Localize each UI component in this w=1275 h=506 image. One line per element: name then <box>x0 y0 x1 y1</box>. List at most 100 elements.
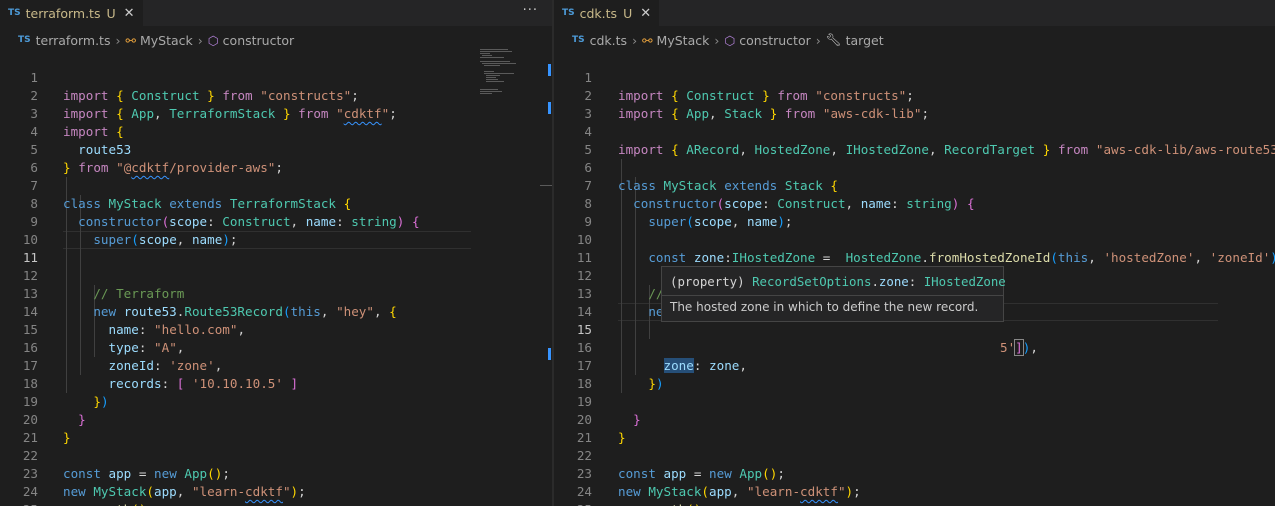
scrollbar-change-marker <box>548 64 551 76</box>
chevron-right-icon: › <box>815 32 821 48</box>
class-symbol-icon: ⚯ <box>642 32 653 48</box>
breadcrumb: TS cdk.ts › ⚯ MyStack › ⬡ constructor › … <box>554 29 1275 51</box>
hover-tooltip[interactable]: (property) RecordSetOptions.zone: IHoste… <box>661 266 1006 322</box>
code-line: 24 app.synth(); <box>554 465 1275 506</box>
line-number: 25 <box>0 501 38 506</box>
token: synth <box>648 502 686 506</box>
untracked-badge: U <box>106 5 116 21</box>
code-line: 1 import { Construct } from "constructs"… <box>554 51 1275 103</box>
token: ; <box>146 502 154 506</box>
code-line: 7 constructor(scope: Construct, name: st… <box>554 159 1275 211</box>
code-line: 7 class MyStack extends TerraformStack { <box>0 159 552 211</box>
scrollbar-change-marker <box>548 348 551 360</box>
code-line: 2 import { App, TerraformStack } from "c… <box>0 69 552 121</box>
code-line: 9 super(scope, name); <box>0 195 552 247</box>
code-line: 21 <box>0 411 552 445</box>
code-line-current: 11 <box>0 231 552 265</box>
scrollbar-cursor-marker <box>540 185 552 186</box>
breadcrumb-class[interactable]: MyStack <box>657 33 710 48</box>
chevron-right-icon: › <box>714 32 720 48</box>
token: () <box>131 502 146 506</box>
typescript-file-icon: TS <box>18 35 31 45</box>
code-line: 21 <box>554 411 1275 445</box>
code-line: 19 } <box>0 375 552 427</box>
chevron-right-icon: › <box>197 32 203 48</box>
code-line: 23 new MyStack(app, "learn-cdktf"); <box>0 447 552 499</box>
token: RecordSetOptions <box>752 274 872 289</box>
code-line: 23 new MyStack(app, "learn-cdktf"); <box>554 447 1275 499</box>
token: IHostedZone <box>923 274 1006 289</box>
tab-cdk-ts[interactable]: TS cdk.ts U ✕ <box>554 0 660 26</box>
token: synth <box>93 502 131 506</box>
code-line: 20 } <box>0 393 552 445</box>
tab-label: cdk.ts <box>579 5 618 21</box>
code-line: 16 zone: zone, <box>554 321 1275 373</box>
code-line: 2 import { App, Stack } from "aws-cdk-li… <box>554 69 1275 121</box>
breadcrumb-file[interactable]: terraform.ts <box>36 33 111 48</box>
code-line: 18 }) <box>0 357 552 409</box>
breadcrumb-class[interactable]: MyStack <box>140 33 193 48</box>
breadcrumb-file[interactable]: cdk.ts <box>590 33 627 48</box>
code-line: 19 } <box>554 375 1275 427</box>
code-line: 3 <box>554 87 1275 121</box>
code-line: 22 const app = new App(); <box>554 429 1275 481</box>
code-line: 17 records: [ '10.10.10.5' ] <box>0 339 552 391</box>
method-symbol-icon: ⬡ <box>724 32 736 48</box>
method-symbol-icon: ⬡ <box>207 32 219 48</box>
code-line: 8 super(scope, name); <box>554 177 1275 229</box>
code-line: 17 }) <box>554 339 1275 391</box>
breadcrumb-method[interactable]: constructor <box>739 33 810 48</box>
code-line: 9 <box>554 195 1275 229</box>
hover-documentation: The hosted zone in which to define the n… <box>670 300 979 314</box>
code-line: 10 const zone:IHostedZone = HostedZone.f… <box>554 213 1275 265</box>
breadcrumb-field[interactable]: target <box>846 33 884 48</box>
class-symbol-icon: ⚯ <box>125 32 136 48</box>
chevron-right-icon: › <box>632 32 638 48</box>
code-line: 15 type: "A", <box>0 303 552 355</box>
code-line: 12 // CDK <box>554 249 1275 301</box>
editor-pane-terraform: TS terraform.ts U ✕ ··· TS terraform.ts … <box>0 0 552 506</box>
editor-pane-cdk: TS cdk.ts U ✕ TS cdk.ts › ⚯ MyStack › ⬡ … <box>554 0 1275 506</box>
tab-label: terraform.ts <box>25 5 101 21</box>
code-editor-terraform[interactable]: 1 import { Construct } from "constructs"… <box>0 51 552 506</box>
tab-bar: TS cdk.ts U ✕ <box>554 0 1275 26</box>
line-number: 25 <box>554 501 592 506</box>
code-line: 12 // Terraform <box>0 249 552 301</box>
code-line: 6 <box>0 141 552 175</box>
token: app <box>618 502 641 506</box>
scrollbar-change-marker <box>548 102 551 114</box>
token: (property) <box>670 274 745 289</box>
untracked-badge: U <box>623 5 633 21</box>
code-line: 6 class MyStack extends Stack { <box>554 141 1275 193</box>
code-line: 18 <box>554 357 1275 391</box>
token: zone <box>878 274 909 289</box>
typescript-file-icon: TS <box>8 8 21 18</box>
code-line: 4 import { ARecord, HostedZone, IHostedZ… <box>554 105 1275 157</box>
minimap[interactable] <box>478 47 540 107</box>
code-line: 11 <box>554 231 1275 265</box>
code-line: 25 <box>0 483 552 506</box>
wrench-symbol-icon: 🔧︎ <box>825 32 842 47</box>
code-line: 16 zoneId: 'zone', <box>0 321 552 373</box>
code-line: 3 import { <box>0 87 552 139</box>
typescript-file-icon: TS <box>562 8 575 18</box>
code-line: 24 app.synth(); <box>0 465 552 506</box>
breadcrumb-method[interactable]: constructor <box>223 33 294 48</box>
close-icon[interactable]: ✕ <box>124 6 135 21</box>
code-line: 14 name: "hello.com", <box>0 285 552 337</box>
code-line: 13 new route53.Route53Record(this, "hey"… <box>0 267 552 319</box>
code-line: 20 } <box>554 393 1275 445</box>
token: : <box>908 274 917 289</box>
hover-divider <box>662 295 1003 296</box>
tab-terraform-ts[interactable]: TS terraform.ts U ✕ <box>0 0 143 26</box>
code-line: 5 <box>554 123 1275 157</box>
breadcrumb: TS terraform.ts › ⚯ MyStack › ⬡ construc… <box>0 29 552 51</box>
code-line: 25 <box>554 483 1275 506</box>
code-line: 10 <box>0 213 552 247</box>
more-actions-icon[interactable]: ··· <box>523 3 538 18</box>
hover-signature: (property) RecordSetOptions.zone: IHoste… <box>670 274 1006 289</box>
code-line: 5 } from "@cdktf/provider-aws"; <box>0 123 552 175</box>
close-icon[interactable]: ✕ <box>640 6 651 21</box>
token: app <box>63 502 86 506</box>
code-line: 8 constructor(scope: Construct, name: st… <box>0 177 552 229</box>
